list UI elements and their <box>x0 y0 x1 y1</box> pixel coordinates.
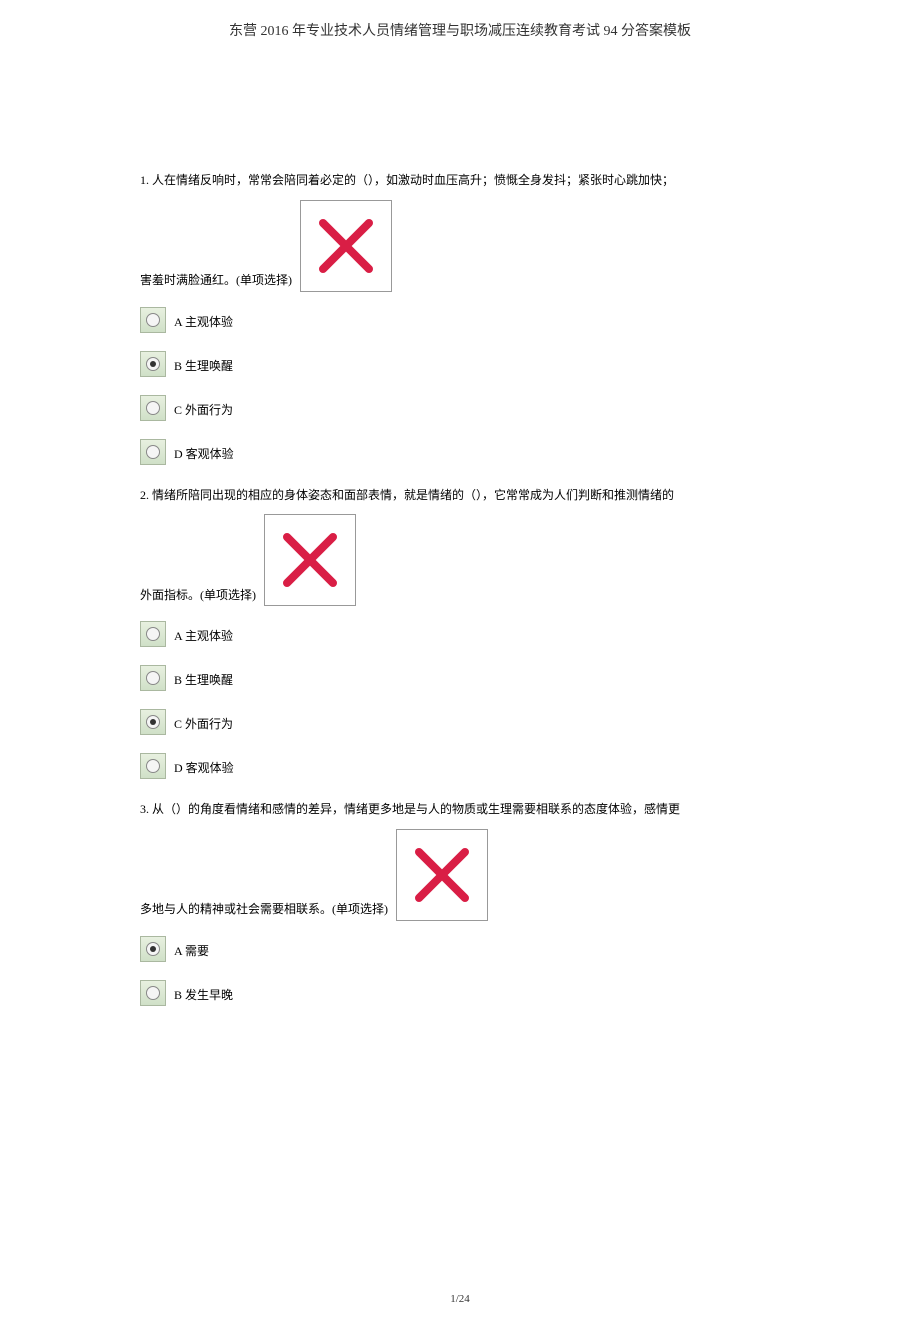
question-number: 2. <box>140 488 149 502</box>
options-list: A 需要 B 发生早晚 <box>140 936 780 1006</box>
option-c: C 外面行为 <box>140 395 780 421</box>
wrong-mark-icon <box>264 514 356 606</box>
question-line1: 情绪所陪同出现的相应的身体姿态和面部表情，就是情绪的（），它常常成为人们判断和推… <box>152 488 674 502</box>
question-text: 1. 人在情绪反响时，常常会陪同着必定的（），如激动时血压高升；愤慨全身发抖；紧… <box>140 170 780 192</box>
radio-button[interactable] <box>140 980 166 1006</box>
option-label: A 主观体验 <box>174 628 233 647</box>
question-text-line2: 多地与人的精神或社会需要相联系。(单项选择) <box>140 829 780 921</box>
page-container: 东营 2016 年专业技术人员情绪管理与职场减压连续教育考试 94 分答案模板 … <box>0 0 920 1320</box>
radio-button[interactable] <box>140 621 166 647</box>
question-number: 3. <box>140 802 149 816</box>
question-line1: 人在情绪反响时，常常会陪同着必定的（），如激动时血压高升；愤慨全身发抖；紧张时心… <box>152 173 674 187</box>
option-label: C 外面行为 <box>174 402 233 421</box>
question-text-line2: 外面指标。(单项选择) <box>140 514 780 606</box>
radio-button[interactable] <box>140 395 166 421</box>
option-label: D 客观体验 <box>174 760 234 779</box>
question-line2: 害羞时满脸通红。(单项选择) <box>140 270 292 292</box>
radio-button[interactable] <box>140 709 166 735</box>
option-label: B 生理唤醒 <box>174 672 233 691</box>
question-line2: 外面指标。(单项选择) <box>140 585 256 607</box>
option-d: D 客观体验 <box>140 753 780 779</box>
page-number: 1/24 <box>0 1293 920 1305</box>
question-line2: 多地与人的精神或社会需要相联系。(单项选择) <box>140 899 388 921</box>
option-label: C 外面行为 <box>174 716 233 735</box>
radio-button[interactable] <box>140 351 166 377</box>
option-label: D 客观体验 <box>174 446 234 465</box>
question-2: 2. 情绪所陪同出现的相应的身体姿态和面部表情，就是情绪的（），它常常成为人们判… <box>140 485 780 780</box>
question-text: 3. 从（）的角度看情绪和感情的差异，情绪更多地是与人的物质或生理需要相联系的态… <box>140 799 780 821</box>
option-b: B 生理唤醒 <box>140 351 780 377</box>
option-label: B 发生早晚 <box>174 987 233 1006</box>
option-label: A 需要 <box>174 943 209 962</box>
page-title: 东营 2016 年专业技术人员情绪管理与职场减压连续教育考试 94 分答案模板 <box>140 20 780 40</box>
option-a: A 需要 <box>140 936 780 962</box>
option-b: B 生理唤醒 <box>140 665 780 691</box>
radio-button[interactable] <box>140 753 166 779</box>
question-number: 1. <box>140 173 149 187</box>
radio-button[interactable] <box>140 307 166 333</box>
radio-button[interactable] <box>140 665 166 691</box>
option-d: D 客观体验 <box>140 439 780 465</box>
wrong-mark-icon <box>396 829 488 921</box>
option-c: C 外面行为 <box>140 709 780 735</box>
question-3: 3. 从（）的角度看情绪和感情的差异，情绪更多地是与人的物质或生理需要相联系的态… <box>140 799 780 1006</box>
option-b: B 发生早晚 <box>140 980 780 1006</box>
question-text-line2: 害羞时满脸通红。(单项选择) <box>140 200 780 292</box>
question-1: 1. 人在情绪反响时，常常会陪同着必定的（），如激动时血压高升；愤慨全身发抖；紧… <box>140 170 780 465</box>
options-list: A 主观体验 B 生理唤醒 C 外面行为 D 客观体验 <box>140 621 780 779</box>
option-label: A 主观体验 <box>174 314 233 333</box>
option-label: B 生理唤醒 <box>174 358 233 377</box>
options-list: A 主观体验 B 生理唤醒 C 外面行为 D 客观体验 <box>140 307 780 465</box>
radio-button[interactable] <box>140 936 166 962</box>
question-text: 2. 情绪所陪同出现的相应的身体姿态和面部表情，就是情绪的（），它常常成为人们判… <box>140 485 780 507</box>
option-a: A 主观体验 <box>140 621 780 647</box>
radio-button[interactable] <box>140 439 166 465</box>
question-line1: 从（）的角度看情绪和感情的差异，情绪更多地是与人的物质或生理需要相联系的态度体验… <box>152 802 680 816</box>
option-a: A 主观体验 <box>140 307 780 333</box>
wrong-mark-icon <box>300 200 392 292</box>
